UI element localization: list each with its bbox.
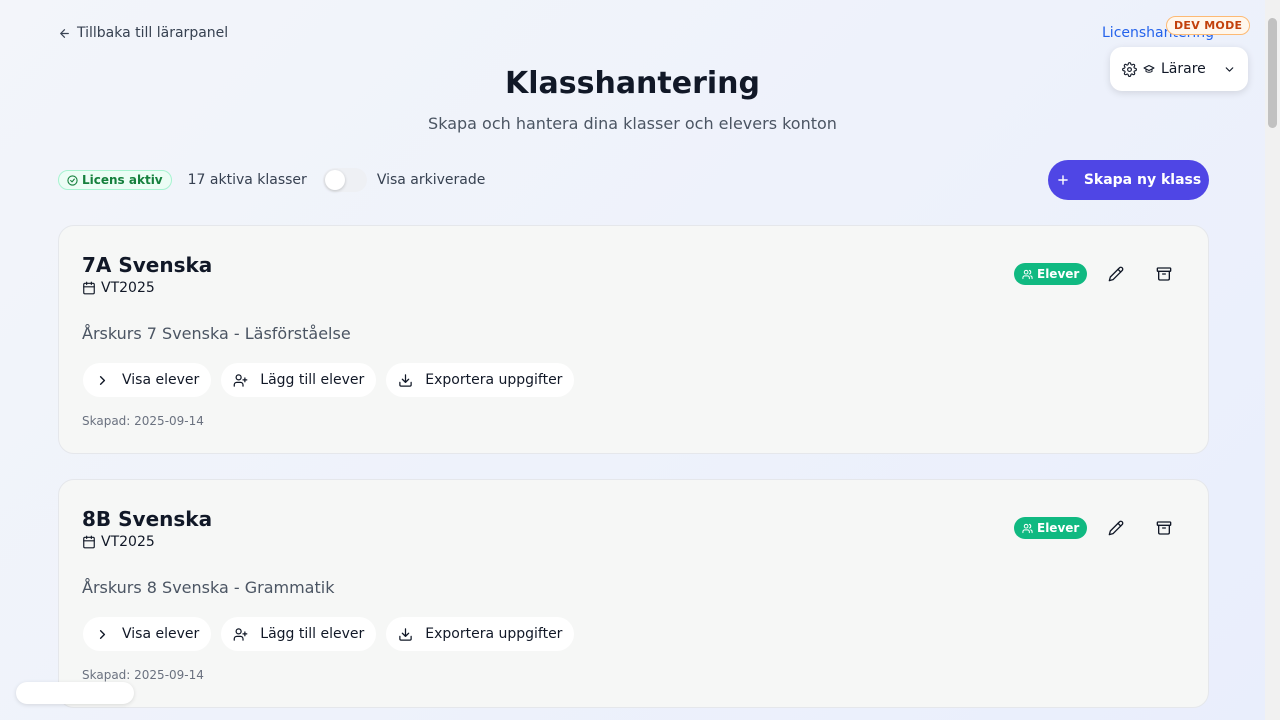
- students-badge[interactable]: Elever: [1014, 263, 1088, 285]
- view-students-button[interactable]: Visa elever: [83, 617, 212, 651]
- view-students-button[interactable]: Visa elever: [83, 363, 212, 397]
- export-assignments-label: Exportera uppgifter: [425, 372, 563, 388]
- add-students-button[interactable]: Lägg till elever: [221, 363, 377, 397]
- add-students-label: Lägg till elever: [260, 626, 365, 642]
- back-link[interactable]: Tillbaka till lärarpanel: [58, 25, 228, 41]
- class-card: 8B Svenska VT2025 Elever Årskurs 8 Svens…: [58, 479, 1209, 708]
- page-title: Klasshantering: [504, 66, 761, 101]
- check-circle-icon: [67, 174, 78, 186]
- add-students-label: Lägg till elever: [260, 372, 365, 388]
- chevron-right-icon: [99, 629, 106, 639]
- export-assignments-button[interactable]: Exportera uppgifter: [386, 363, 575, 397]
- class-description: Årskurs 8 Svenska - Grammatik: [82, 578, 335, 597]
- plus-icon: [1058, 175, 1068, 185]
- class-actions: Visa elever Lägg till elever Exportera u…: [83, 363, 575, 397]
- class-toolbar: Licens aktiv 17 aktiva klasser Visa arki…: [58, 168, 485, 192]
- class-created-date: Skapad: 2025-09-14: [82, 668, 204, 682]
- users-icon: [1022, 269, 1033, 279]
- download-icon: [399, 373, 412, 387]
- floating-widget[interactable]: [16, 682, 134, 704]
- calendar-icon: [83, 535, 95, 549]
- arrow-left-icon: [60, 28, 69, 38]
- view-students-label: Visa elever: [122, 372, 200, 388]
- students-badge-label: Elever: [1037, 521, 1080, 535]
- user-plus-icon: [233, 373, 248, 387]
- class-term: VT2025: [82, 280, 155, 296]
- add-students-button[interactable]: Lägg till elever: [221, 617, 377, 651]
- view-students-label: Visa elever: [122, 626, 200, 642]
- class-term: VT2025: [82, 534, 155, 550]
- class-name: 7A Svenska: [82, 253, 213, 277]
- class-created-date: Skapad: 2025-09-14: [82, 414, 204, 428]
- create-class-label: Skapa ny klass: [1083, 172, 1202, 188]
- back-link-label: Tillbaka till lärarpanel: [77, 25, 229, 41]
- archive-class-button[interactable]: [1152, 516, 1176, 540]
- scrollbar-thumb[interactable]: [1268, 18, 1277, 128]
- license-status-badge: Licens aktiv: [58, 170, 172, 190]
- user-plus-icon: [233, 627, 248, 641]
- chevron-right-icon: [99, 375, 106, 385]
- class-actions: Visa elever Lägg till elever Exportera u…: [83, 617, 575, 651]
- show-archived-label: Visa arkiverade: [376, 172, 486, 188]
- create-class-button[interactable]: Skapa ny klass: [1048, 160, 1209, 200]
- dev-mode-badge: DEV MODE: [1166, 16, 1251, 35]
- page-scrollbar[interactable]: [1265, 0, 1280, 720]
- students-badge[interactable]: Elever: [1014, 517, 1088, 539]
- students-badge-label: Elever: [1037, 267, 1080, 281]
- pencil-icon: [1108, 266, 1124, 282]
- archive-class-button[interactable]: [1152, 262, 1176, 286]
- export-assignments-label: Exportera uppgifter: [425, 626, 563, 642]
- class-term-label: VT2025: [101, 280, 155, 296]
- license-status-label: Licens aktiv: [82, 173, 163, 187]
- download-icon: [399, 627, 412, 641]
- class-term-label: VT2025: [101, 534, 155, 550]
- class-name: 8B Svenska: [82, 507, 213, 531]
- edit-class-button[interactable]: [1104, 262, 1128, 286]
- export-assignments-button[interactable]: Exportera uppgifter: [386, 617, 575, 651]
- archive-icon: [1156, 267, 1172, 281]
- class-description: Årskurs 7 Svenska - Läsförståelse: [82, 324, 351, 343]
- page-subtitle: Skapa och hantera dina klasser och eleve…: [428, 114, 837, 133]
- users-icon: [1022, 523, 1033, 533]
- pencil-icon: [1108, 520, 1124, 536]
- active-class-count: 17 aktiva klasser: [187, 172, 307, 188]
- archive-icon: [1156, 521, 1172, 535]
- edit-class-button[interactable]: [1104, 516, 1128, 540]
- class-card: 7A Svenska VT2025 Elever Årskurs 7 Svens…: [58, 225, 1209, 454]
- calendar-icon: [83, 281, 95, 295]
- show-archived-toggle[interactable]: [322, 168, 367, 192]
